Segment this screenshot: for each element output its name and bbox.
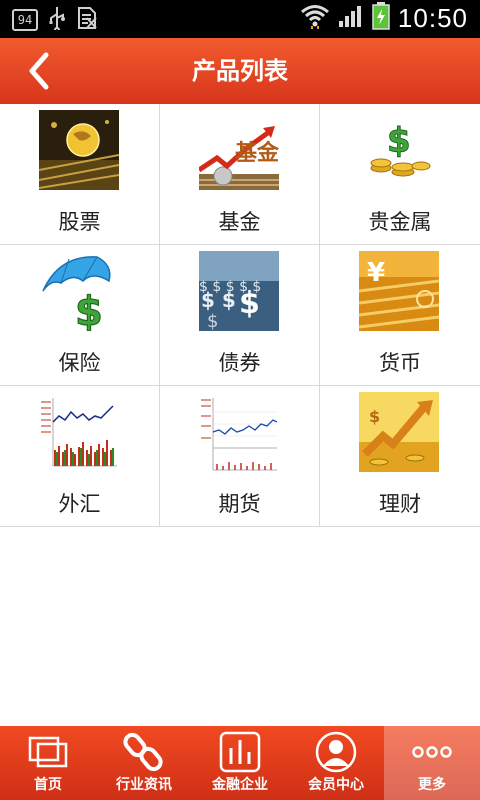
product-item-stocks[interactable]: 股票 [0, 104, 160, 245]
product-item-precious-metals[interactable]: $ 贵金属 [320, 104, 480, 245]
nav-label: 行业资讯 [116, 777, 172, 793]
svg-text:$ $: $ $ [201, 288, 236, 312]
back-button[interactable] [16, 48, 62, 94]
product-label: 股票 [58, 210, 101, 234]
svg-text:$: $ [387, 121, 411, 161]
more-dots-icon [412, 746, 452, 758]
chevron-left-icon [29, 52, 49, 90]
product-label: 期货 [218, 492, 261, 516]
home-pages-icon [28, 736, 68, 768]
product-item-funds[interactable]: 基金 基金 [160, 104, 320, 245]
nav-more[interactable]: 更多 [384, 726, 480, 800]
battery-icon [372, 2, 390, 34]
product-label: 保险 [58, 351, 101, 375]
clock: 10:50 [397, 2, 468, 33]
product-label: 外汇 [58, 492, 101, 516]
nav-financial-companies[interactable]: 金融企业 [192, 726, 288, 800]
wifi-icon [300, 3, 330, 33]
user-avatar-icon [315, 731, 357, 773]
gold-coins-icon: $ [359, 110, 439, 190]
signal-icon [338, 4, 364, 32]
link-chain-icon [123, 732, 163, 772]
nav-member-center[interactable]: 会员中心 [288, 726, 384, 800]
fund-chart-icon: 基金 [199, 110, 279, 190]
finance-arrow-icon: $ [359, 392, 439, 472]
nav-label: 会员中心 [308, 777, 364, 793]
nav-home[interactable]: 首页 [0, 726, 96, 800]
futures-chart-icon [199, 392, 279, 472]
product-label: 基金 [218, 210, 261, 234]
svg-text:¥: ¥ [367, 258, 385, 288]
bottom-nav: 首页 行业资讯 金融企业 会员中心 更多 [0, 726, 480, 800]
usb-icon [48, 6, 66, 34]
forex-chart-icon [39, 392, 119, 472]
globe-gold-icon [39, 110, 119, 190]
dollar-row-icon: $ $ $ $ $ $ $ $ $ [199, 251, 279, 331]
nav-industry-news[interactable]: 行业资讯 [96, 726, 192, 800]
yen-gold-icon: ¥ [359, 251, 439, 331]
product-item-forex[interactable]: 外汇 [0, 386, 160, 527]
nav-label: 首页 [34, 777, 62, 793]
product-item-insurance[interactable]: $ 保险 [0, 245, 160, 386]
sim-card-icon [76, 6, 98, 34]
svg-text:基金: 基金 [235, 140, 279, 166]
product-item-bonds[interactable]: $ $ $ $ $ $ $ $ $ 债券 [160, 245, 320, 386]
title-bar: 产品列表 [0, 38, 480, 104]
bar-chart-icon [219, 731, 261, 773]
product-label: 理财 [379, 492, 421, 516]
svg-text:$: $ [207, 311, 218, 331]
product-label: 货币 [379, 351, 421, 375]
product-item-currency[interactable]: ¥ 货币 [320, 245, 480, 386]
page-title: 产品列表 [192, 57, 288, 85]
product-grid: 股票 基金 基金 $ 贵金属 $ 保险 $ $ $ $ $ $ $ $ $ 债券… [0, 104, 480, 527]
svg-text:$: $ [369, 407, 380, 426]
svg-text:$: $ [239, 286, 260, 321]
svg-text:$: $ [75, 289, 103, 331]
product-label: 贵金属 [368, 210, 432, 234]
nav-label: 更多 [418, 777, 446, 793]
status-left: 94 [12, 6, 98, 34]
product-item-wealth-management[interactable]: $ 理财 [320, 386, 480, 527]
umbrella-dollar-icon: $ [39, 251, 119, 331]
product-item-futures[interactable]: 期货 [160, 386, 320, 527]
notification-badge: 94 [12, 9, 38, 31]
status-right: 10:50 [300, 2, 468, 34]
product-label: 债券 [218, 351, 261, 375]
status-bar: 94 10:50 [0, 0, 480, 38]
nav-label: 金融企业 [212, 777, 268, 793]
